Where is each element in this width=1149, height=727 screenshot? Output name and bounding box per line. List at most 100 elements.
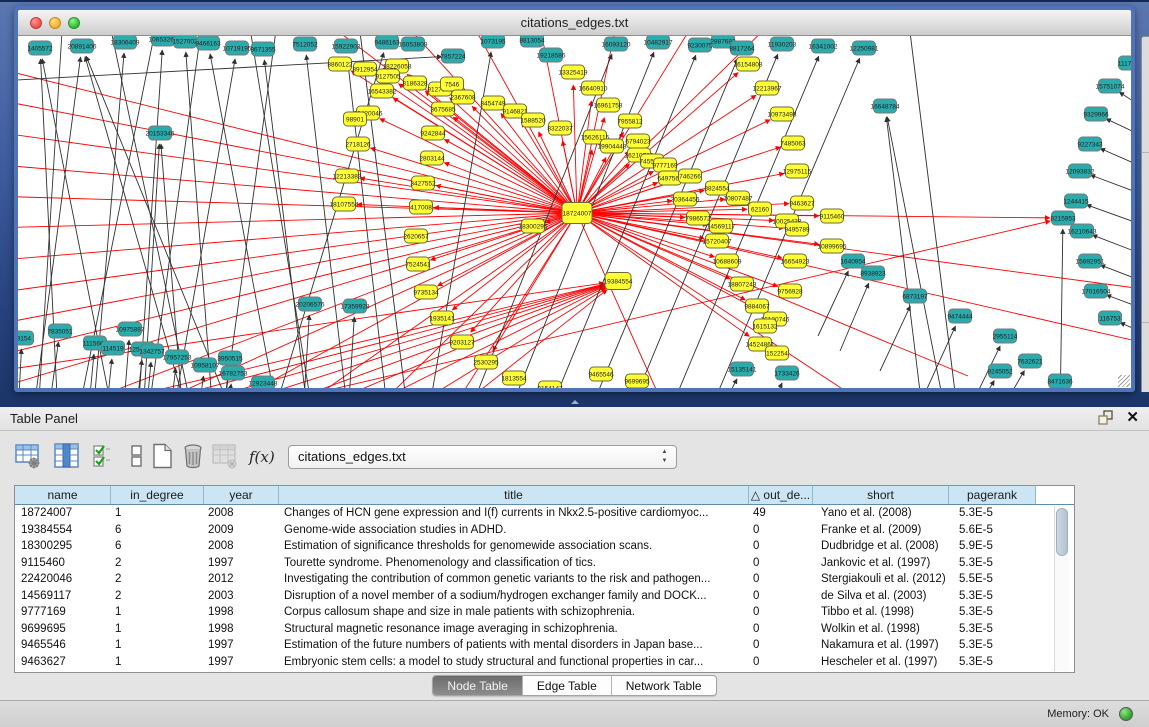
graph-node[interactable]: 1527002 [172,36,198,48]
graph-node[interactable]: 19384554 [604,273,633,290]
graph-node[interactable]: 16654923 [781,254,810,268]
graph-node[interactable]: 1073195 [480,36,506,48]
graph-node[interactable]: 10958107 [191,358,220,372]
row-cells-icon[interactable] [124,443,150,469]
graph-node[interactable]: 20891406 [68,39,97,53]
delete-table-trash-icon[interactable] [180,443,206,469]
column-visibility-icon[interactable] [54,443,80,469]
graph-node[interactable]: 10719195 [223,41,252,55]
graph-node[interactable]: 9495789 [784,222,810,236]
table-row[interactable]: 1872400712008Changes of HCN gene express… [15,505,1074,522]
graph-node[interactable]: 17359928 [341,299,370,313]
graph-node[interactable]: 16543382 [368,84,397,98]
graph-node[interactable]: 16154808 [734,57,763,71]
graph-node[interactable]: 18107554 [330,197,359,211]
graph-node[interactable]: 16093120 [602,37,631,51]
graph-node[interactable]: 3824554 [704,181,730,195]
graph-node[interactable]: 1733426 [774,366,800,380]
graph-node[interactable]: 7955812 [617,114,643,128]
graph-node[interactable]: 8813054 [519,36,545,47]
graph-node[interactable]: 10899695 [818,239,847,253]
table-row[interactable]: 977716911998Corpus callosum shape and si… [15,604,1074,621]
table-row[interactable]: 1830029562008Estimation of significance … [15,538,1074,555]
window-resize-grip[interactable] [1118,375,1130,387]
graph-node[interactable]: 12923448 [249,376,278,388]
graph-node[interactable]: 10482917 [644,36,673,49]
graph-node[interactable]: 417008 [410,200,433,214]
graph-node[interactable]: 11930203 [768,37,797,51]
graph-node[interactable]: 6873197 [902,289,928,303]
graph-node[interactable]: 7857224 [440,49,466,63]
graph-node[interactable]: 10807487 [724,191,753,205]
graph-node[interactable]: 7512052 [292,37,318,51]
tab-network-table[interactable]: Network Table [612,676,716,695]
graph-node[interactable]: 9884067 [744,299,770,313]
graph-node[interactable]: 18300295 [519,219,548,233]
graph-node[interactable]: 8912954 [352,62,378,76]
graph-node[interactable]: 10973493 [768,107,797,121]
graph-node[interactable]: 114519 [102,341,125,355]
column-header-year[interactable]: year [204,486,279,504]
graph-node[interactable]: 9230075 [687,38,713,52]
row-checklist-icon[interactable] [92,443,118,469]
graph-node[interactable]: 15692951 [1076,254,1105,268]
graph-node[interactable]: 2803144 [419,151,445,165]
graph-node[interactable]: 9735134 [413,285,439,299]
graph-node[interactable]: 8186328 [402,76,428,90]
network-window-titlebar[interactable]: citations_edges.txt [18,10,1131,36]
graph-node[interactable]: 15922902 [332,39,361,53]
column-header-out_de[interactable]: △ out_de... [749,486,813,504]
graph-node[interactable]: 12250981 [850,41,879,55]
graph-node[interactable]: 3950515 [217,351,243,365]
graph-node[interactable]: 8471636 [1047,374,1073,388]
graph-node[interactable]: 39154 [18,331,34,345]
graph-node[interactable]: 8215953 [1050,211,1076,225]
graph-node[interactable]: 16210643 [1068,224,1097,238]
table-row[interactable]: 946554611997Estimation of the future num… [15,637,1074,654]
graph-node[interactable]: 1640954 [840,254,866,268]
graph-node[interactable]: 7546 [441,77,464,91]
graph-node[interactable]: 1342757 [139,344,165,358]
new-table-icon[interactable] [149,443,175,469]
float-panel-icon[interactable] [1098,410,1114,426]
graph-node[interactable]: 3427552 [410,176,436,190]
graph-node[interactable]: 1813554 [501,371,527,385]
graph-node[interactable]: 9127505 [375,69,401,83]
graph-node[interactable]: 10688609 [713,254,742,268]
function-builder-icon[interactable]: f(x) [249,448,275,474]
graph-node[interactable]: 6794023 [625,134,651,148]
table-row[interactable]: 911546021997Tourette syndrome. Phenomeno… [15,555,1074,572]
graph-node[interactable]: 8817264 [729,41,755,55]
graph-node[interactable]: 16961758 [594,98,623,112]
graph-node[interactable]: 12213967 [753,81,782,95]
graph-node[interactable]: 16640910 [579,81,608,95]
graph-node[interactable]: 9466163 [195,36,221,50]
graph-node[interactable]: 13325419 [559,65,588,79]
graph-node[interactable]: 16648784 [871,99,900,113]
graph-node[interactable]: 19218586 [537,48,566,62]
graph-node[interactable]: 12213383 [333,169,362,183]
graph-node[interactable]: 116753 [1099,311,1122,325]
graph-node[interactable]: 1405572 [27,41,53,55]
graph-node[interactable]: 1615132 [752,319,778,333]
graph-node[interactable]: 9777169 [652,158,678,172]
table-row[interactable]: 969969511998Structural magnetic resonanc… [15,621,1074,638]
graph-node[interactable]: 9242844 [420,126,446,140]
graph-node[interactable]: 1244415 [1063,194,1089,208]
table-options-icon[interactable] [15,443,41,469]
graph-node[interactable]: 3675685 [430,102,456,116]
tab-edge-table[interactable]: Edge Table [523,676,612,695]
graph-node[interactable]: 14569117 [707,219,736,233]
graph-node[interactable]: 2620657 [403,229,429,243]
graph-node[interactable]: 9756928 [777,284,803,298]
graph-node[interactable]: 20364456 [671,192,700,206]
graph-node[interactable]: 9203127 [449,335,475,349]
vertical-scrollbar[interactable] [1054,506,1069,671]
graph-node[interactable]: 9474444 [947,309,973,323]
graph-node[interactable]: 10975887 [116,322,145,336]
graph-node[interactable]: 18306409 [111,36,140,49]
graph-node[interactable]: 8860122 [327,57,353,71]
graph-node[interactable]: 2367608 [450,90,476,104]
graph-node[interactable]: 9463627 [789,196,815,210]
graph-node[interactable]: 152254 [766,346,789,360]
